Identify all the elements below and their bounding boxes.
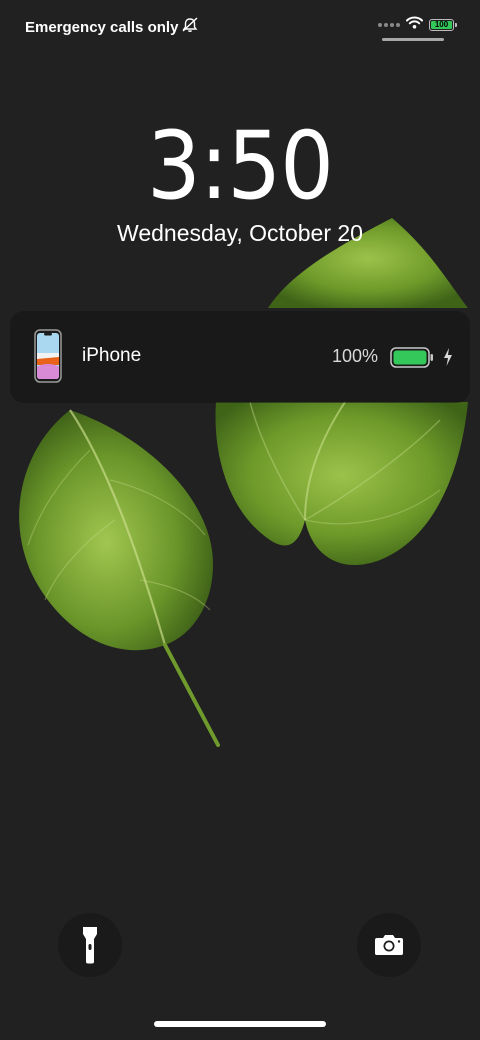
wifi-icon [406,16,423,34]
carrier-text: Emergency calls only [25,18,179,36]
clock-time: 3:50 [147,112,334,221]
camera-icon [375,935,403,955]
battery-status-icon: 100 [429,19,457,31]
battery-status-level: 100 [431,21,452,29]
signal-icon [378,23,400,27]
bell-slash-icon [181,17,199,37]
battery-percentage: 100% [331,346,378,366]
device-name: iPhone [82,345,142,366]
battery-icon [390,347,433,368]
carrier-label: Emergency calls only [25,17,199,37]
flashlight-button[interactable] [58,913,122,977]
control-center-indicator[interactable] [382,38,444,41]
bolt-icon [444,348,452,366]
lock-clock: 3:50 [0,112,480,221]
lock-date: Wednesday, October 20 [117,220,363,246]
leaf-left [19,409,220,747]
status-icons: 100 [378,16,457,34]
camera-button[interactable] [357,913,421,977]
iphone-icon [34,329,62,383]
battery-widget[interactable]: iPhone 100% [10,311,470,403]
status-bar: Emergency calls only 100 [0,0,480,50]
home-indicator[interactable] [154,1021,326,1027]
flashlight-icon [83,927,97,964]
